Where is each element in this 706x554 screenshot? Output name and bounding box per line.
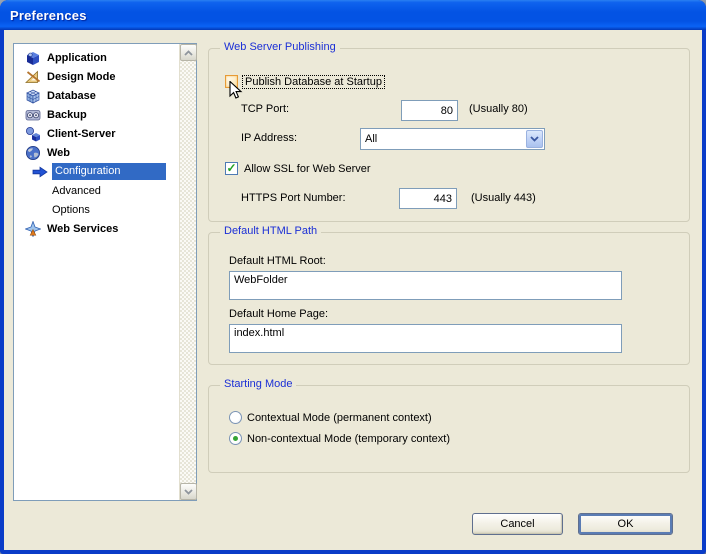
preferences-dialog: Preferences Application Design Mode Databa… — [0, 0, 706, 554]
default-home-page-label: Default Home Page: — [229, 308, 328, 320]
sidebar-item-backup[interactable]: Backup — [14, 105, 179, 124]
non-contextual-mode-radio[interactable] — [229, 432, 242, 445]
database-cube-icon — [24, 88, 41, 104]
tcp-port-label: TCP Port: — [241, 103, 289, 115]
group-legend: Starting Mode — [220, 378, 296, 390]
sidebar-item-client-server[interactable]: Client-Server — [14, 124, 179, 143]
tree-icon-spacer — [31, 183, 48, 199]
sidebar-item-label: Design Mode — [47, 71, 115, 83]
window-title: Preferences — [0, 8, 87, 23]
sidebar-item-application[interactable]: Application — [14, 48, 179, 67]
https-port-input[interactable] — [399, 188, 457, 209]
current-page-arrow-icon — [31, 164, 48, 180]
default-html-path-group: Default HTML Path Default HTML Root: Web… — [208, 232, 690, 365]
sidebar-item-label: Database — [47, 90, 96, 102]
allow-ssl-checkbox-label[interactable]: Allow SSL for Web Server — [244, 163, 371, 175]
chevron-down-icon — [184, 489, 193, 495]
tree-icon-spacer — [31, 202, 48, 218]
default-home-page-input[interactable]: index.html — [229, 324, 622, 353]
sidebar-item-options[interactable]: Options — [14, 200, 179, 219]
non-contextual-mode-radio-label[interactable]: Non-contextual Mode (temporary context) — [247, 433, 450, 445]
scroll-up-button[interactable] — [180, 44, 197, 61]
https-port-label: HTTPS Port Number: — [241, 192, 346, 204]
sidebar-item-label: Advanced — [52, 185, 101, 197]
default-html-root-label: Default HTML Root: — [229, 255, 326, 267]
backup-icon — [24, 107, 41, 123]
cancel-button[interactable]: Cancel — [472, 513, 563, 535]
sidebar-item-label: Client-Server — [47, 128, 115, 140]
title-bar[interactable]: Preferences — [0, 0, 706, 30]
ip-address-select[interactable]: All — [360, 128, 545, 150]
web-globe-icon — [24, 145, 41, 161]
ok-button[interactable]: OK — [578, 513, 673, 535]
dialog-body: Application Design Mode Database Backup Clie… — [4, 30, 702, 550]
chevron-down-icon — [530, 136, 539, 142]
ip-address-dropdown-button[interactable] — [526, 130, 543, 148]
sidebar-item-configuration[interactable]: Configuration — [14, 162, 179, 181]
sidebar-item-web-services[interactable]: Web Services — [14, 219, 179, 238]
tcp-port-input[interactable] — [401, 100, 458, 121]
scroll-down-button[interactable] — [180, 483, 197, 500]
preferences-tree: Application Design Mode Database Backup Clie… — [14, 44, 179, 500]
sidebar-item-web[interactable]: Web — [14, 143, 179, 162]
preferences-category-list: Application Design Mode Database Backup Clie… — [13, 43, 197, 501]
sidebar-item-label: Options — [52, 204, 90, 216]
client-server-icon — [24, 126, 41, 142]
sidebar-item-label: Web — [47, 147, 70, 159]
ip-address-selected-value: All — [361, 133, 525, 145]
allow-ssl-checkbox[interactable] — [225, 162, 238, 175]
contextual-mode-radio[interactable] — [229, 411, 242, 424]
web-services-icon — [24, 221, 41, 237]
sidebar-item-label: Web Services — [47, 223, 118, 235]
chevron-up-icon — [184, 50, 193, 56]
starting-mode-group: Starting Mode Contextual Mode (permanent… — [208, 385, 690, 473]
publish-database-checkbox[interactable] — [225, 75, 238, 88]
group-legend: Default HTML Path — [220, 225, 321, 237]
default-html-root-input[interactable]: WebFolder — [229, 271, 622, 300]
publish-database-checkbox-label[interactable]: Publish Database at Startup — [242, 75, 385, 89]
sidebar-item-database[interactable]: Database — [14, 86, 179, 105]
sidebar-item-design-mode[interactable]: Design Mode — [14, 67, 179, 86]
sidebar-scrollbar[interactable] — [179, 44, 196, 500]
tcp-port-hint: (Usually 80) — [469, 103, 528, 115]
sidebar-item-advanced[interactable]: Advanced — [14, 181, 179, 200]
contextual-mode-radio-label[interactable]: Contextual Mode (permanent context) — [247, 412, 432, 424]
group-legend: Web Server Publishing — [220, 41, 340, 53]
web-server-publishing-group: Web Server Publishing Publish Database a… — [208, 48, 690, 222]
design-mode-icon — [24, 69, 41, 85]
sidebar-item-label: Application — [47, 52, 107, 64]
ip-address-label: IP Address: — [241, 132, 297, 144]
application-cube-icon — [24, 50, 41, 66]
https-port-hint: (Usually 443) — [471, 192, 536, 204]
sidebar-item-label: Configuration — [52, 163, 166, 180]
sidebar-item-label: Backup — [47, 109, 87, 121]
